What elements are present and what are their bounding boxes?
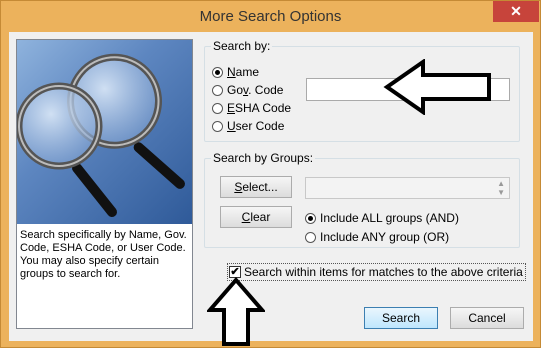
radio-circle[interactable] bbox=[305, 212, 316, 224]
selected-groups-combo[interactable]: ▲ ▼ bbox=[305, 177, 510, 199]
radio-circle[interactable] bbox=[212, 66, 223, 78]
radio-circle[interactable] bbox=[212, 102, 223, 114]
info-panel: Search specifically by Name, Gov. Code, … bbox=[16, 39, 193, 329]
left-arrow-annotation-icon bbox=[383, 59, 491, 115]
radio-label: User Code bbox=[227, 119, 285, 133]
select-groups-button[interactable]: Select... bbox=[220, 176, 292, 198]
search-within-label: Search within items for matches to the a… bbox=[244, 265, 523, 279]
dialog-title: More Search Options bbox=[199, 8, 342, 25]
radio-circle[interactable] bbox=[212, 84, 223, 96]
title-bar: More Search Options ✕ bbox=[1, 1, 540, 32]
radio-circle[interactable] bbox=[212, 120, 223, 132]
radio-label: ESHA Code bbox=[227, 101, 292, 115]
clear-groups-button[interactable]: Clear bbox=[220, 206, 292, 228]
radio-esha-code[interactable]: ESHA Code bbox=[212, 100, 291, 116]
help-description: Search specifically by Name, Gov. Code, … bbox=[20, 229, 187, 280]
radio-label: Name bbox=[227, 65, 260, 79]
up-arrow-annotation-icon bbox=[207, 277, 265, 346]
radio-label: Gov. Code bbox=[227, 83, 284, 97]
search-by-groups-group: Search by Groups: Select... Clear ▲ ▼ Inc… bbox=[204, 151, 520, 248]
dialog-window: More Search Options ✕ Search specificall… bbox=[0, 0, 541, 348]
magnifying-glasses-illustration bbox=[17, 40, 192, 224]
radio-user-code[interactable]: User Code bbox=[212, 118, 284, 134]
radio-label: Include ANY group (OR) bbox=[320, 230, 450, 244]
search-within-checkbox-row[interactable]: ✔ Search within items for matches to the… bbox=[227, 263, 526, 281]
radio-include-any[interactable]: Include ANY group (OR) bbox=[305, 229, 449, 245]
cancel-button[interactable]: Cancel bbox=[450, 307, 524, 329]
radio-label: Include ALL groups (AND) bbox=[320, 211, 459, 225]
radio-circle[interactable] bbox=[305, 231, 316, 243]
search-button[interactable]: Search bbox=[364, 307, 438, 329]
spin-arrows-icon[interactable]: ▲ ▼ bbox=[497, 179, 505, 197]
radio-gov-code[interactable]: Gov. Code bbox=[212, 82, 283, 98]
radio-include-all[interactable]: Include ALL groups (AND) bbox=[305, 210, 459, 226]
radio-name[interactable]: Name bbox=[212, 64, 259, 80]
close-button[interactable]: ✕ bbox=[493, 1, 539, 22]
search-by-groups-legend: Search by Groups: bbox=[211, 151, 316, 165]
search-by-legend: Search by: bbox=[211, 39, 273, 53]
